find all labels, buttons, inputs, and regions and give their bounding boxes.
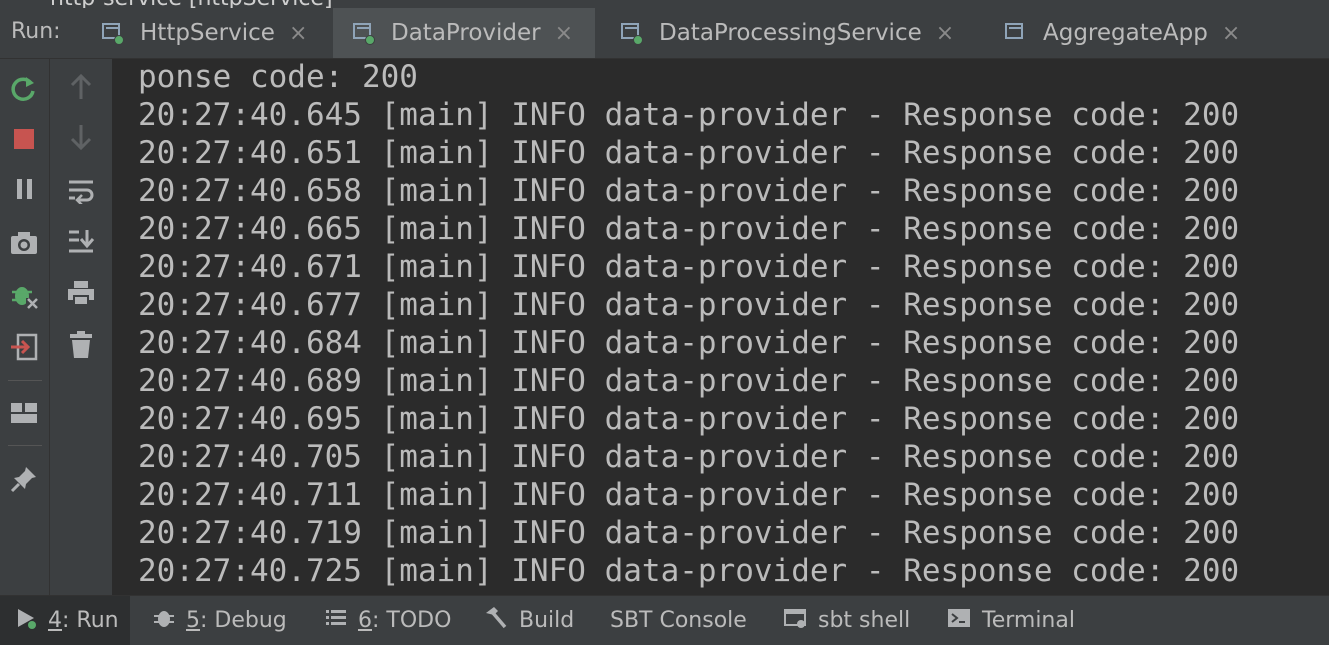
down-arrow-icon[interactable] <box>61 117 101 157</box>
console-line: 20:27:40.645 [main] INFO data-provider -… <box>138 97 1240 133</box>
shell-window-icon <box>784 608 806 634</box>
camera-icon[interactable] <box>4 223 44 263</box>
stop-icon[interactable] <box>4 119 44 159</box>
tool-tab-number: 4 <box>48 608 62 633</box>
pin-icon[interactable] <box>4 459 44 499</box>
tool-tab-sbt-shell[interactable]: sbt shell <box>784 596 924 645</box>
soft-wrap-icon[interactable] <box>61 171 101 211</box>
toolbar-divider <box>8 380 42 381</box>
close-icon[interactable]: × <box>289 21 307 46</box>
console-line: 20:27:40.651 [main] INFO data-provider -… <box>138 135 1240 171</box>
debug-bug-icon[interactable] <box>4 275 44 315</box>
tool-tab-sbt-console[interactable]: SBT Console <box>610 596 760 645</box>
tool-tab-build[interactable]: Build <box>483 596 593 645</box>
console-line: 20:27:40.725 [main] INFO data-provider -… <box>138 553 1240 589</box>
run-label: Run: <box>11 19 61 44</box>
console-line: 20:27:40.695 [main] INFO data-provider -… <box>138 401 1240 437</box>
print-icon[interactable] <box>61 273 101 313</box>
run-config-icon <box>353 23 377 45</box>
up-arrow-icon[interactable] <box>61 67 101 107</box>
tool-tab-number: 5 <box>186 608 200 633</box>
parent-panel-title: http-service [httpService] <box>50 0 333 8</box>
bug-icon <box>154 607 174 635</box>
run-tab-bar: Run: HttpService × DataProvider × DataPr… <box>0 8 1329 59</box>
hammer-icon <box>483 606 507 635</box>
run-config-icon <box>621 23 645 45</box>
terminal-icon <box>948 608 970 634</box>
tab-label: AggregateApp <box>1043 20 1208 46</box>
close-icon[interactable]: × <box>936 21 954 46</box>
tool-tab-label: : Debug <box>200 608 287 633</box>
scroll-to-end-icon[interactable] <box>61 221 101 261</box>
run-play-icon <box>16 607 36 635</box>
run-toolbar-secondary <box>50 59 113 595</box>
console-line: 20:27:40.705 [main] INFO data-provider -… <box>138 439 1240 475</box>
trash-icon[interactable] <box>61 325 101 365</box>
console-output[interactable]: ponse code: 200 20:27:40.645 [main] INFO … <box>113 59 1329 595</box>
pause-icon[interactable] <box>4 169 44 209</box>
rerun-icon[interactable] <box>4 69 44 109</box>
console-line: 20:27:40.671 [main] INFO data-provider -… <box>138 249 1240 285</box>
console-line: 20:27:40.684 [main] INFO data-provider -… <box>138 325 1240 361</box>
toolbar-divider <box>8 445 42 446</box>
console-line: 20:27:40.658 [main] INFO data-provider -… <box>138 173 1240 209</box>
run-tab-dataprovider[interactable]: DataProvider × <box>333 8 595 58</box>
tool-tab-label: SBT Console <box>610 608 747 633</box>
close-icon[interactable]: × <box>555 21 573 46</box>
tool-tab-label: Build <box>519 608 575 633</box>
tool-tab-number: 6 <box>358 608 372 633</box>
console-line: 20:27:40.677 [main] INFO data-provider -… <box>138 287 1240 323</box>
run-tab-aggregateapp[interactable]: AggregateApp × <box>985 8 1245 58</box>
console-line: 20:27:40.689 [main] INFO data-provider -… <box>138 363 1240 399</box>
tab-label: HttpService <box>140 20 275 46</box>
tool-tab-label: : Run <box>62 608 119 633</box>
tool-tab-label: Terminal <box>982 608 1075 633</box>
close-icon[interactable]: × <box>1222 21 1240 46</box>
tab-label: DataProcessingService <box>659 20 922 46</box>
run-config-icon <box>1005 23 1029 43</box>
exit-icon[interactable] <box>4 327 44 367</box>
tool-tab-terminal[interactable]: Terminal <box>948 596 1088 645</box>
console-line: 20:27:40.665 [main] INFO data-provider -… <box>138 211 1240 247</box>
console-line: ponse code: 200 <box>138 59 418 95</box>
layout-icon[interactable] <box>4 393 44 433</box>
run-tab-httpservice[interactable]: HttpService × <box>82 8 328 58</box>
run-toolbar-primary <box>0 59 50 595</box>
tab-label: DataProvider <box>391 20 541 46</box>
tool-tab-debug[interactable]: 5: Debug <box>154 596 294 645</box>
run-config-icon <box>102 23 126 45</box>
parent-panel-title-strip: http-service [httpService] <box>0 0 1329 8</box>
tool-tab-todo[interactable]: 6: TODO <box>326 596 466 645</box>
tool-tab-run[interactable]: 4: Run <box>0 596 130 645</box>
list-icon <box>326 608 346 633</box>
console-line: 20:27:40.719 [main] INFO data-provider -… <box>138 515 1240 551</box>
console-line: 20:27:40.711 [main] INFO data-provider -… <box>138 477 1240 513</box>
tool-tab-label: sbt shell <box>818 608 911 633</box>
tool-window-bar: 4: Run 5: Debug 6: TODO Build SBT Consol… <box>0 595 1329 645</box>
run-tab-dataprocessingservice[interactable]: DataProcessingService × <box>601 8 981 58</box>
tool-tab-label: : TODO <box>372 608 452 633</box>
